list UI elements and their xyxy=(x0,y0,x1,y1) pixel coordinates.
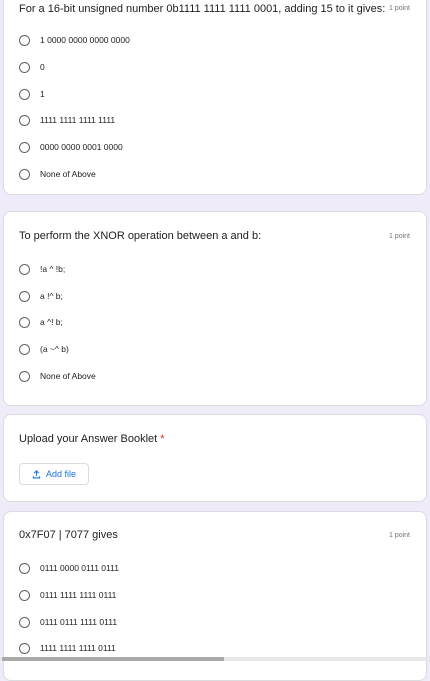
radio-circle-icon[interactable] xyxy=(19,343,30,355)
radio-circle-icon[interactable] xyxy=(19,88,30,100)
radio-circle-icon[interactable] xyxy=(19,290,30,302)
horizontal-scrollbar[interactable] xyxy=(0,657,430,661)
points-label: 1 point xyxy=(388,532,410,539)
option-label: 1111 1111 1111 1111 xyxy=(40,115,116,125)
option-label: 0111 1111 1111 0111 xyxy=(40,590,117,600)
option-radio[interactable]: 1 0000 0000 0000 0000 xyxy=(19,32,130,48)
option-label: 0 xyxy=(40,62,45,72)
option-label: 0111 0111 1111 0111 xyxy=(40,617,118,627)
add-file-button[interactable]: Add file xyxy=(19,463,89,485)
option-label: a ^! b; xyxy=(40,317,63,327)
option-radio[interactable]: 0111 0111 1111 0111 xyxy=(19,614,117,630)
question-title: To perform the XNOR operation between a … xyxy=(19,230,262,242)
radio-circle-icon[interactable] xyxy=(19,562,30,574)
option-radio[interactable]: a !^ b; xyxy=(19,288,63,304)
option-radio[interactable]: 0111 1111 1111 0111 xyxy=(19,587,116,603)
option-label: a !^ b; xyxy=(40,291,63,301)
option-radio[interactable]: 1 xyxy=(19,86,45,102)
question-title: 0x7F07 | 7077 gives xyxy=(19,529,118,541)
radio-circle-icon[interactable] xyxy=(19,316,30,328)
add-file-label: Add file xyxy=(45,469,77,479)
radio-circle-icon[interactable] xyxy=(19,642,30,654)
radio-circle-icon[interactable] xyxy=(19,114,30,126)
required-asterisk: * xyxy=(160,433,165,445)
option-label: 1111 1111 1111 0111 xyxy=(40,643,116,653)
radio-circle-icon[interactable] xyxy=(19,370,30,382)
option-label: 0111 0000 0111 0111 xyxy=(40,563,119,573)
option-label: None of Above xyxy=(40,169,96,179)
radio-circle-icon[interactable] xyxy=(19,34,30,46)
option-radio[interactable]: None of Above xyxy=(19,368,96,384)
upload-title: Upload your Answer Booklet * xyxy=(19,433,165,445)
upload-icon xyxy=(32,469,41,478)
option-radio[interactable]: 0000 0000 0001 0000 xyxy=(19,139,123,155)
radio-circle-icon[interactable] xyxy=(19,589,30,601)
option-radio[interactable]: 1111 1111 1111 0111 xyxy=(19,640,116,656)
option-label: !a ^ !b; xyxy=(40,264,66,274)
option-radio[interactable]: None of Above xyxy=(19,166,96,182)
option-label: 1 0000 0000 0000 0000 xyxy=(40,35,130,45)
option-radio[interactable]: a ^! b; xyxy=(19,314,63,330)
question-card-3: 0x7F07 | 7077 gives 1 point 0111 0000 01… xyxy=(3,511,427,681)
radio-circle-icon[interactable] xyxy=(19,168,30,180)
option-radio[interactable]: (a ~^ b) xyxy=(19,341,69,357)
option-radio[interactable]: !a ^ !b; xyxy=(19,261,65,277)
option-radio[interactable]: 0 xyxy=(19,59,45,75)
points-label: 1 point xyxy=(388,5,410,12)
radio-circle-icon[interactable] xyxy=(19,263,30,275)
option-radio[interactable]: 0111 0000 0111 0111 xyxy=(19,560,119,576)
upload-card: Upload your Answer Booklet * Add file xyxy=(3,414,427,502)
points-label: 1 point xyxy=(388,233,410,240)
question-card-2: To perform the XNOR operation between a … xyxy=(3,211,427,406)
option-label: (a ~^ b) xyxy=(40,344,69,354)
radio-circle-icon[interactable] xyxy=(19,616,30,628)
radio-circle-icon[interactable] xyxy=(19,61,30,73)
question-title: For a 16-bit unsigned number 0b1111 1111… xyxy=(19,3,386,15)
upload-title-text: Upload your Answer Booklet xyxy=(19,433,158,445)
radio-circle-icon[interactable] xyxy=(19,141,30,153)
option-radio[interactable]: 1111 1111 1111 1111 xyxy=(19,112,115,128)
option-label: 0000 0000 0001 0000 xyxy=(40,142,123,152)
question-card-1: For a 16-bit unsigned number 0b1111 1111… xyxy=(3,0,427,195)
option-label: 1 xyxy=(40,89,45,99)
option-label: None of Above xyxy=(40,371,96,381)
scrollbar-thumb[interactable] xyxy=(2,657,224,661)
